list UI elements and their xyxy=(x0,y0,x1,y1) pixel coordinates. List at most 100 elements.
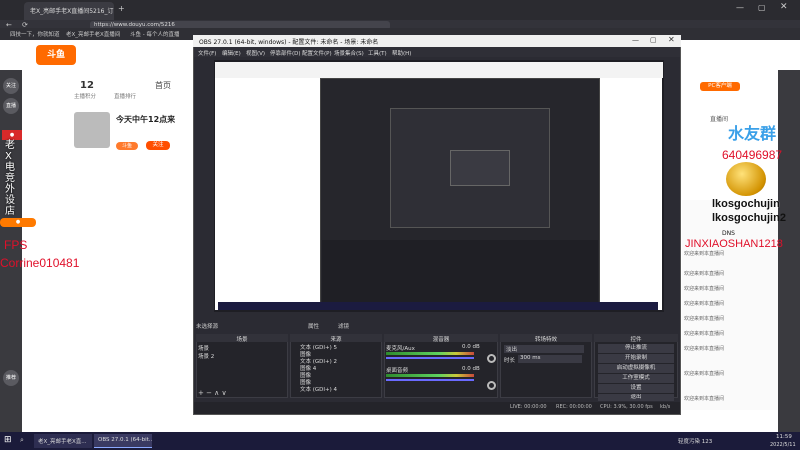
scene-add-icon[interactable]: + − ∧ ∨ xyxy=(198,389,227,397)
windows-start-icon[interactable]: ⊞ xyxy=(4,435,12,445)
overlay-user-2: lkosgochujin2 xyxy=(712,212,786,224)
chat-line: 欢迎来到本直播间 xyxy=(684,346,725,352)
right-rail xyxy=(778,70,800,432)
preview-browser-strip xyxy=(215,62,663,78)
bookmark-item[interactable]: 四技一下，你就知道 xyxy=(10,30,60,38)
taskbar-item-browser[interactable]: 老X_亮邮手老X直... xyxy=(34,434,92,448)
rail-item[interactable]: 直播 xyxy=(3,98,19,114)
settings-button[interactable]: 设置 xyxy=(598,384,674,393)
fans-group-number: 640496987 xyxy=(722,148,783,162)
scene-item[interactable]: 场景 2 xyxy=(198,352,214,359)
no-source-label: 未选择源 xyxy=(196,324,219,330)
exit-button[interactable]: 退出 xyxy=(598,394,674,401)
tab-label: 老X_亮邮手老X直播间5216_订 xyxy=(30,8,114,15)
scene-item[interactable]: 场景 xyxy=(198,344,209,351)
vertical-shop-text: 老X电竞外设店 xyxy=(5,140,15,217)
properties-button[interactable]: 属性 xyxy=(308,322,319,330)
mixer-header: 混音器 xyxy=(384,334,498,342)
chat-line: 欢迎来到本直播间 xyxy=(684,331,725,337)
duration-field[interactable]: 300 ms xyxy=(518,355,582,363)
source-item[interactable]: 文本 (GDI+) 4 xyxy=(300,385,337,392)
menu-docks[interactable]: 停靠部件(D) xyxy=(270,49,301,57)
nav-label[interactable]: 直播排行 xyxy=(114,92,136,100)
duration-label: 时长 xyxy=(504,358,516,363)
overlay-username: Corrine010481 xyxy=(0,256,80,270)
obs-close-icon[interactable]: ✕ xyxy=(668,35,675,44)
menu-edit[interactable]: 编辑(E) xyxy=(222,49,241,57)
search-icon[interactable]: ⌕ xyxy=(20,436,24,445)
mixer-meter xyxy=(386,352,474,355)
streamer-avatar[interactable] xyxy=(74,112,110,148)
mixer-volume-slider[interactable] xyxy=(386,357,474,359)
mixer-volume-slider[interactable] xyxy=(386,379,474,381)
source-item[interactable]: 文本 (GDI+) 2 xyxy=(300,357,337,364)
pc-client-button[interactable]: PC客户端 xyxy=(700,82,740,91)
tray-weather[interactable]: 轻度污染 123 xyxy=(678,437,712,445)
rail-item[interactable]: 关注 xyxy=(3,78,19,94)
menu-scene-collection[interactable]: 场景集合(S) xyxy=(334,49,364,57)
stop-streaming-button[interactable]: 停止推流 xyxy=(598,344,674,353)
mixer-settings-icon[interactable] xyxy=(487,354,496,363)
menu-profile[interactable]: 配置文件(P) xyxy=(302,49,332,57)
transitions-panel xyxy=(500,334,592,398)
chat-line: 欢迎来到本直播间 xyxy=(684,371,725,377)
chat-line: 欢迎来到本直播间 xyxy=(684,396,725,402)
obs-title-bar: OBS 27.0.1 (64-bit, windows) - 配置文件: 未命名… xyxy=(193,35,681,47)
status-kbps: kb/s xyxy=(660,404,671,410)
obs-minimize-icon[interactable]: — xyxy=(632,36,639,44)
chat-line: 欢迎来到本直播间 xyxy=(684,301,725,307)
start-recording-button[interactable]: 开始录制 xyxy=(598,354,674,363)
fps-label: FPS xyxy=(4,238,28,252)
source-item[interactable]: 图像 4 xyxy=(300,364,316,371)
status-live: LIVE: 00:00:00 xyxy=(510,404,547,410)
chat-line: 欢迎来到本直播间 xyxy=(684,251,725,257)
tray-date[interactable]: 2022/5/11 xyxy=(770,442,796,448)
fans-group-label: 水友群 xyxy=(728,126,777,143)
status-cpu: CPU: 3.9%, 30.00 fps xyxy=(600,404,653,410)
scenes-header: 场景 xyxy=(196,334,288,342)
obs-maximize-icon[interactable]: ▢ xyxy=(650,36,657,44)
close-icon[interactable]: ✕ xyxy=(780,2,788,12)
controls-header: 控件 xyxy=(594,334,678,342)
tab-douyu[interactable]: 老X_亮邮手老X直播间5216_订 xyxy=(24,2,114,20)
taskbar-item-obs[interactable]: OBS 27.0.1 (64-bit... xyxy=(94,434,152,448)
source-item[interactable]: 图像 xyxy=(300,371,311,378)
bookmark-item[interactable]: 老X_亮邮手老X直播间 xyxy=(66,30,120,38)
tray-time[interactable]: 11:59 xyxy=(776,434,792,440)
chat-line: 欢迎来到本直播间 xyxy=(684,286,725,292)
menu-help[interactable]: 帮助(H) xyxy=(392,49,411,57)
transitions-header: 转场特效 xyxy=(500,334,592,342)
follow-button[interactable]: 关注 xyxy=(146,141,170,150)
sources-header: 来源 xyxy=(290,334,382,342)
minimize-icon[interactable]: — xyxy=(736,3,744,12)
new-tab-icon[interactable]: + xyxy=(118,4,125,13)
studio-mode-button[interactable]: 工作室模式 xyxy=(598,374,674,383)
mixer-track-db: 0.0 dB xyxy=(462,366,480,372)
streamer-tag: 斗鱼 xyxy=(116,142,138,150)
douyu-logo[interactable]: 斗鱼 xyxy=(36,45,76,65)
live-badge: ● xyxy=(0,218,36,227)
source-item[interactable]: 图像 xyxy=(300,350,311,357)
filters-button[interactable]: 滤镜 xyxy=(338,322,349,330)
nav-label[interactable]: 主播积分 xyxy=(74,92,96,100)
nav-home[interactable]: 首页 xyxy=(155,80,171,91)
room-label: 直播间 xyxy=(710,116,729,123)
transition-select[interactable]: 淡出 xyxy=(504,345,584,353)
menu-file[interactable]: 文件(F) xyxy=(198,49,216,57)
overlay-user-1: lkosgochujin xyxy=(712,198,780,210)
mixer-track-db: 0.0 dB xyxy=(462,344,480,350)
overlay-user-3: JINXIAOSHAN1218 xyxy=(685,238,783,250)
preview-douyu-right xyxy=(600,78,662,310)
mixer-settings-icon[interactable] xyxy=(487,381,496,390)
menu-view[interactable]: 视图(V) xyxy=(246,49,265,57)
rail-item[interactable]: 推荐 xyxy=(3,370,19,386)
menu-tools[interactable]: 工具(T) xyxy=(368,49,387,57)
maximize-icon[interactable]: ▢ xyxy=(758,3,766,12)
source-item[interactable]: 文本 (GDI+) 5 xyxy=(300,343,337,350)
virtual-camera-button[interactable]: 启动虚拟摄像机 xyxy=(598,364,674,373)
source-item[interactable]: 图像 xyxy=(300,378,311,385)
chat-line: 欢迎来到本直播间 xyxy=(684,271,725,277)
preview-taskbar xyxy=(218,302,658,310)
gold-coin-icon xyxy=(726,162,766,196)
bookmark-item[interactable]: 斗鱼 - 每个人的直播 xyxy=(130,30,179,38)
